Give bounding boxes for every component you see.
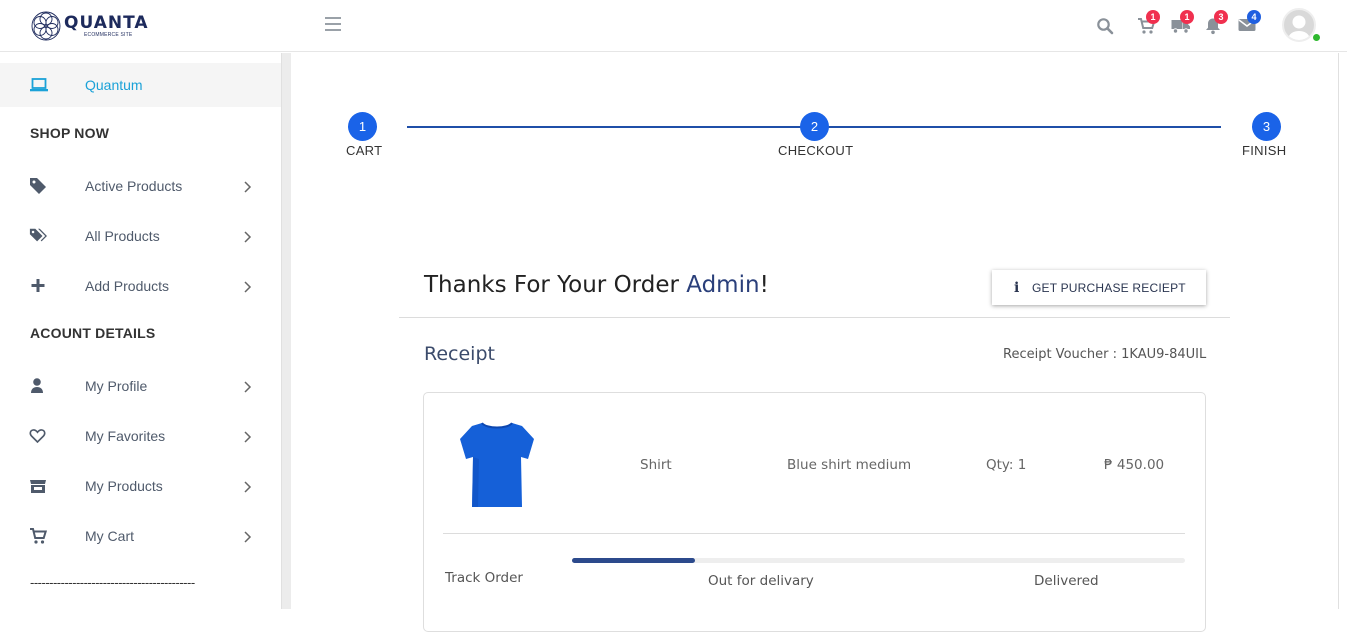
customer-name: Admin xyxy=(686,272,760,298)
sidebar-item-label: Quantum xyxy=(85,77,143,93)
item-quantity: Qty: 1 xyxy=(986,457,1027,473)
sidebar-separator: ----------------------------------------… xyxy=(30,575,195,590)
content-right-border xyxy=(1338,53,1339,609)
sidebar-item-active-products[interactable]: Active Products xyxy=(0,173,281,209)
step-circle-cart: 1 xyxy=(348,112,377,141)
thanks-suffix: ! xyxy=(759,272,769,298)
sidebar-item-label: All Products xyxy=(85,228,160,244)
sidebar-item-label: My Favorites xyxy=(85,428,166,444)
laptop-icon xyxy=(30,78,48,92)
sidebar-item-my-profile[interactable]: My Profile xyxy=(0,373,281,409)
step-circle-finish: 3 xyxy=(1252,112,1281,141)
sidebar-item-add-products[interactable]: Add Products xyxy=(0,273,281,309)
tags-icon xyxy=(29,228,47,242)
bell-badge: 3 xyxy=(1214,10,1228,24)
logo-word: QUANTA xyxy=(64,12,149,33)
item-name: Shirt xyxy=(640,457,672,473)
mail-icon[interactable]: 4 xyxy=(1236,10,1261,40)
cart-badge: 1 xyxy=(1146,10,1160,24)
info-icon: i xyxy=(1014,280,1020,296)
get-purchase-receipt-button[interactable]: i GET PURCHASE RECIEPT xyxy=(992,270,1206,305)
track-order-label: Track Order xyxy=(445,570,523,586)
sidebar: Quantum SHOP NOW Active Products All Pro… xyxy=(0,53,281,609)
logo-subtitle: ECOMMERCE SITE xyxy=(84,31,133,38)
search-icon[interactable] xyxy=(1094,12,1116,40)
receipt-voucher: Receipt Voucher : 1KAU9-84UIL xyxy=(1003,347,1207,362)
order-item-card xyxy=(423,392,1206,632)
blue-shirt-image xyxy=(460,422,534,507)
receipt-title: Receipt xyxy=(424,343,495,365)
sidebar-item-quantum[interactable]: Quantum xyxy=(0,63,281,107)
step-label-finish: FINISH xyxy=(1242,143,1287,158)
tracking-progress-fill xyxy=(572,558,695,563)
user-icon xyxy=(31,378,43,393)
mail-badge: 4 xyxy=(1247,10,1261,24)
avatar[interactable] xyxy=(1282,8,1316,42)
chevron-right-icon xyxy=(244,381,252,393)
section-title-shop-now: SHOP NOW xyxy=(30,125,110,141)
online-status-dot xyxy=(1312,33,1321,42)
sidebar-item-all-products[interactable]: All Products xyxy=(0,223,281,259)
step-label-checkout: CHECKOUT xyxy=(778,143,854,158)
tracking-step-delivered: Delivered xyxy=(1034,573,1099,589)
store-icon xyxy=(30,480,46,493)
sidebar-item-my-favorites[interactable]: My Favorites xyxy=(0,423,281,459)
section-title-account-details: ACOUNT DETAILS xyxy=(30,325,156,341)
tracking-step-out-for-delivery: Out for delivary xyxy=(708,573,814,589)
step-label-cart: CART xyxy=(346,143,383,158)
tracking-progress-bar xyxy=(572,558,1185,563)
sidebar-scrollbar[interactable] xyxy=(281,53,291,609)
receipt-button-label: GET PURCHASE RECIEPT xyxy=(1032,281,1186,295)
chevron-right-icon xyxy=(244,431,252,443)
brand-logo[interactable]: QUANTA ECOMMERCE SITE xyxy=(30,9,149,43)
item-description: Blue shirt medium xyxy=(787,457,912,473)
tag-icon xyxy=(30,178,46,194)
chevron-right-icon xyxy=(244,231,252,243)
step-circle-checkout: 2 xyxy=(800,112,829,141)
thanks-prefix: Thanks For Your Order xyxy=(424,272,687,298)
page-title: Thanks For Your Order Admin! xyxy=(424,272,769,298)
sidebar-item-label: Add Products xyxy=(85,278,170,294)
truck-icon[interactable]: 1 xyxy=(1169,10,1194,40)
logo-mark-icon xyxy=(31,11,61,41)
sidebar-item-my-cart[interactable]: My Cart xyxy=(0,523,281,559)
heart-icon xyxy=(29,429,46,444)
sidebar-item-my-products[interactable]: My Products xyxy=(0,473,281,509)
sidebar-item-label: My Profile xyxy=(85,378,148,394)
truck-badge: 1 xyxy=(1180,10,1194,24)
chevron-right-icon xyxy=(244,181,252,193)
chevron-right-icon xyxy=(244,531,252,543)
section-divider xyxy=(399,317,1230,318)
menu-toggle-icon[interactable] xyxy=(325,17,341,33)
bell-icon[interactable]: 3 xyxy=(1203,10,1228,40)
cart-icon xyxy=(30,528,47,544)
cart-icon[interactable]: 1 xyxy=(1135,10,1160,40)
sidebar-item-label: Active Products xyxy=(85,178,183,194)
chevron-right-icon xyxy=(244,481,252,493)
sidebar-item-label: My Products xyxy=(85,478,163,494)
item-price: ₱ 450.00 xyxy=(1104,457,1165,473)
chevron-right-icon xyxy=(244,281,252,293)
plus-icon xyxy=(31,279,45,292)
sidebar-item-label: My Cart xyxy=(85,528,134,544)
card-divider xyxy=(443,533,1185,534)
